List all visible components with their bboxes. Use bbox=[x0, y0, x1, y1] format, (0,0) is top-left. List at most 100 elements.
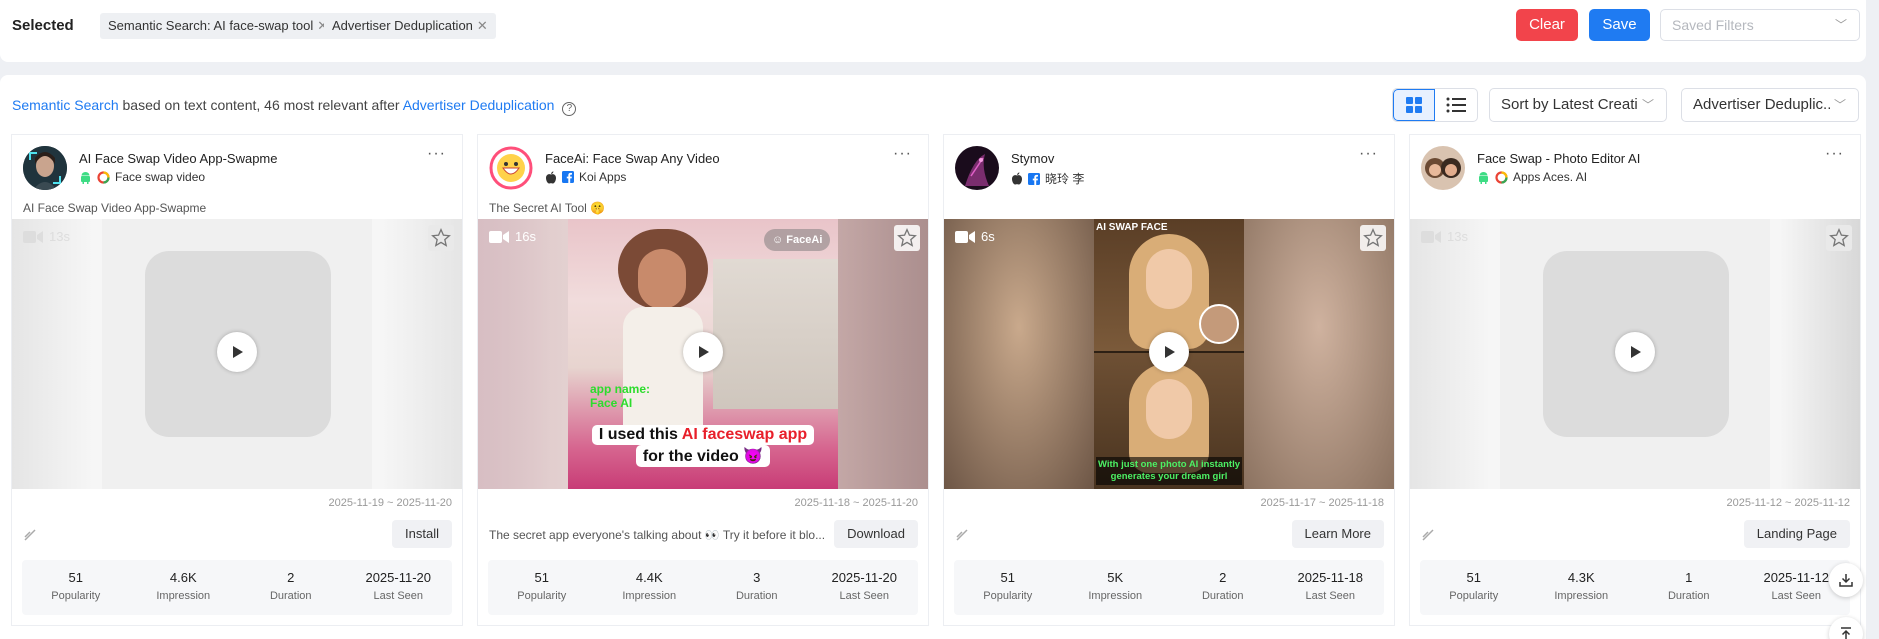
card-header: AI Face Swap Video App-Swapme Face swap … bbox=[12, 135, 462, 195]
stat-duration: 2 Duration bbox=[269, 570, 312, 602]
app-name[interactable]: FaceAi: Face Swap Any Video bbox=[545, 151, 720, 166]
google-ads-icon bbox=[1495, 170, 1508, 184]
help-icon[interactable]: ? bbox=[562, 102, 577, 116]
stats-bar: 51 Popularity 4.4K Impression 3 Duration 20… bbox=[488, 560, 918, 615]
semantic-search-link[interactable]: Semantic Search bbox=[12, 97, 119, 113]
advertiser-name[interactable]: Apps Aces. AI bbox=[1513, 170, 1587, 184]
stat-last-seen: 2025-11-18 Last Seen bbox=[1297, 570, 1364, 602]
app-name[interactable]: Stymov bbox=[1011, 151, 1054, 166]
play-button[interactable] bbox=[1615, 332, 1655, 372]
sound-off-icon[interactable] bbox=[1421, 528, 1435, 542]
advertiser-name[interactable]: Face swap video bbox=[115, 170, 205, 184]
video-thumbnail[interactable]: 13s bbox=[12, 219, 462, 489]
more-options-icon[interactable]: ··· bbox=[427, 145, 446, 163]
play-icon bbox=[1165, 346, 1175, 358]
chevron-down-icon: ﹀ bbox=[1829, 89, 1846, 121]
app-name[interactable]: Face Swap - Photo Editor AI bbox=[1477, 151, 1640, 166]
advertiser-dedup-link[interactable]: Advertiser Deduplication bbox=[403, 97, 555, 113]
ad-card[interactable]: Stymov 晓玲 李 ··· AI SWAP FACE With just o… bbox=[944, 135, 1394, 625]
grid-icon bbox=[1406, 97, 1423, 113]
play-icon bbox=[1631, 346, 1641, 358]
advertiser-name[interactable]: Koi Apps bbox=[579, 170, 626, 184]
results-count: 46 bbox=[264, 97, 280, 113]
sound-off-icon[interactable] bbox=[23, 528, 37, 542]
google-ads-icon bbox=[97, 170, 110, 184]
video-thumbnail[interactable]: ☺ FaceAi app name: Face AI I used this AI… bbox=[478, 219, 928, 489]
ad-card[interactable]: AI Face Swap Video App-Swapme Face swap … bbox=[12, 135, 462, 625]
close-icon[interactable]: ✕ bbox=[477, 18, 488, 33]
apple-icon bbox=[546, 171, 556, 184]
filter-chip-semantic-search[interactable]: Semantic Search: AI face-swap tool ✕ bbox=[100, 13, 337, 39]
cta-button[interactable]: Download bbox=[834, 520, 918, 548]
stat-impression: 4.6K Impression bbox=[156, 570, 211, 602]
duration-badge: 13s bbox=[1421, 229, 1468, 244]
save-button[interactable]: Save bbox=[1589, 9, 1650, 41]
duration-badge: 13s bbox=[23, 229, 70, 244]
chevron-down-icon: ﹀ bbox=[1834, 18, 1847, 32]
ad-card[interactable]: FaceAi: Face Swap Any Video Koi Apps ···… bbox=[478, 135, 928, 625]
more-options-icon[interactable]: ··· bbox=[1359, 145, 1378, 163]
summary-text: most relevant after bbox=[279, 97, 403, 113]
cta-button[interactable]: Install bbox=[392, 520, 452, 548]
stat-duration: 3 Duration bbox=[735, 570, 778, 602]
date-range: 2025-11-18 ~ 2025-11-20 bbox=[794, 497, 918, 509]
stat-impression: 5K Impression bbox=[1088, 570, 1143, 602]
download-icon bbox=[1839, 574, 1853, 587]
play-button[interactable] bbox=[1149, 332, 1189, 372]
video-thumbnail[interactable]: 13s bbox=[1410, 219, 1860, 489]
date-range: 2025-11-17 ~ 2025-11-18 bbox=[1260, 497, 1384, 509]
list-view-button[interactable] bbox=[1435, 89, 1477, 121]
dedup-select[interactable]: Advertiser Deduplic... ﹀ bbox=[1681, 88, 1859, 122]
stat-last-seen: 2025-11-20 Last Seen bbox=[365, 570, 432, 602]
video-camera-icon bbox=[489, 230, 509, 243]
sort-value: Sort by Latest Creati... bbox=[1501, 96, 1651, 113]
stat-popularity: 51 Popularity bbox=[1449, 570, 1499, 602]
play-button[interactable] bbox=[217, 332, 257, 372]
cta-button[interactable]: Landing Page bbox=[1743, 520, 1850, 548]
view-toggle bbox=[1392, 88, 1478, 122]
favorite-star-icon[interactable] bbox=[1360, 225, 1386, 251]
saved-filters-placeholder: Saved Filters bbox=[1672, 17, 1754, 33]
play-button[interactable] bbox=[683, 332, 723, 372]
advertiser-row: Face swap video bbox=[79, 170, 205, 184]
date-range: 2025-11-19 ~ 2025-11-20 bbox=[328, 497, 452, 509]
favorite-star-icon[interactable] bbox=[894, 225, 920, 251]
duration-badge: 6s bbox=[955, 229, 995, 244]
cta-button[interactable]: Learn More bbox=[1291, 520, 1384, 548]
chevron-down-icon: ﹀ bbox=[1637, 89, 1654, 121]
ad-caption: AI Face Swap Video App-Swapme bbox=[23, 201, 207, 215]
overlay-title: AI SWAP FACE bbox=[1096, 222, 1168, 233]
stat-last-seen: 2025-11-20 Last Seen bbox=[831, 570, 898, 602]
chip-label: Semantic Search: AI face-swap tool bbox=[108, 18, 314, 33]
filter-chip-advertiser-dedup[interactable]: Advertiser Deduplication ✕ bbox=[324, 13, 496, 39]
duration-text: 16s bbox=[515, 229, 536, 244]
grid-view-button[interactable] bbox=[1393, 89, 1436, 121]
video-thumbnail[interactable]: AI SWAP FACE With just one photo AI inst… bbox=[944, 219, 1394, 489]
app-name[interactable]: AI Face Swap Video App-Swapme bbox=[79, 151, 278, 166]
list-icon bbox=[1446, 97, 1467, 113]
sort-select[interactable]: Sort by Latest Creati... ﹀ bbox=[1489, 88, 1667, 122]
saved-filters-select[interactable]: Saved Filters ﹀ bbox=[1660, 9, 1860, 41]
advertiser-name[interactable]: 晓玲 李 bbox=[1045, 170, 1084, 187]
ad-caption: The Secret AI Tool 🤫 bbox=[489, 201, 606, 215]
brand-watermark: ☺ FaceAi bbox=[764, 229, 831, 251]
stats-bar: 51 Popularity 5K Impression 2 Duration 2025… bbox=[954, 560, 1384, 615]
overlay-app-name: app name: Face AI bbox=[590, 382, 651, 410]
video-camera-icon bbox=[23, 230, 43, 243]
avatar bbox=[955, 146, 999, 190]
selected-label: Selected bbox=[12, 17, 74, 34]
more-options-icon[interactable]: ··· bbox=[1825, 145, 1844, 163]
play-icon bbox=[699, 346, 709, 358]
avatar bbox=[23, 146, 67, 190]
favorite-star-icon[interactable] bbox=[1826, 225, 1852, 251]
video-camera-icon bbox=[1421, 230, 1441, 243]
sound-off-icon[interactable] bbox=[955, 528, 969, 542]
chip-label: Advertiser Deduplication bbox=[332, 18, 473, 33]
favorite-star-icon[interactable] bbox=[428, 225, 454, 251]
more-options-icon[interactable]: ··· bbox=[893, 145, 912, 163]
clear-button[interactable]: Clear bbox=[1516, 9, 1578, 41]
ad-card[interactable]: Face Swap - Photo Editor AI Apps Aces. A… bbox=[1410, 135, 1860, 625]
android-icon bbox=[81, 171, 90, 184]
advertiser-row: 晓玲 李 bbox=[1011, 170, 1084, 187]
download-button[interactable] bbox=[1829, 563, 1863, 597]
